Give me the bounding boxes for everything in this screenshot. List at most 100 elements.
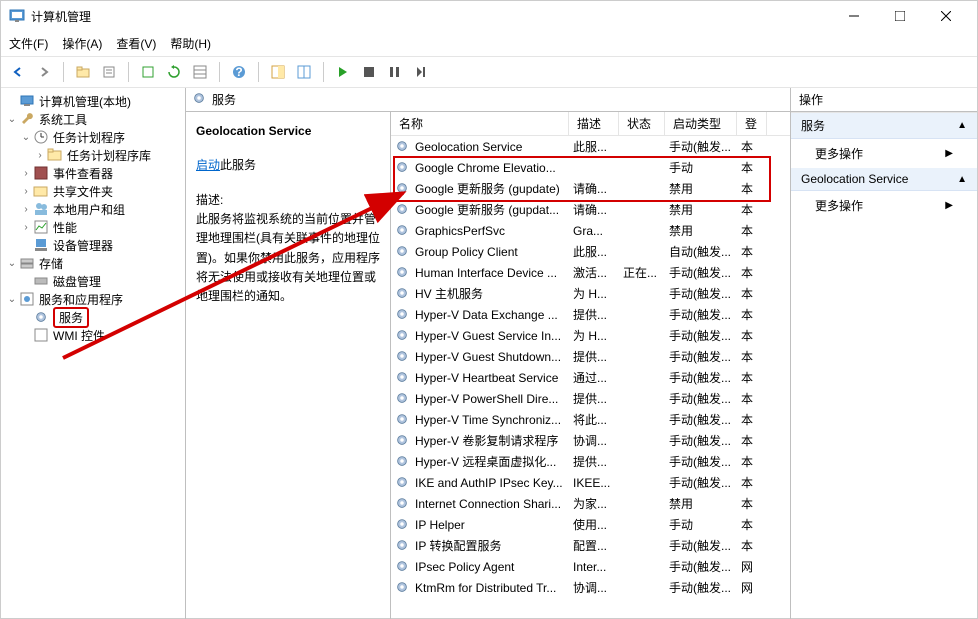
service-row[interactable]: IKE and AuthIP IPsec Key... IKEE... 手动(触… bbox=[391, 472, 790, 493]
menu-view[interactable]: 查看(V) bbox=[116, 35, 156, 52]
service-row[interactable]: Hyper-V 远程桌面虚拟化... 提供... 手动(触发... 本 bbox=[391, 451, 790, 472]
gear-icon bbox=[395, 454, 411, 470]
gear-icon bbox=[33, 309, 49, 325]
col-start[interactable]: 启动类型 bbox=[665, 112, 737, 135]
service-row[interactable]: Hyper-V PowerShell Dire... 提供... 手动(触发..… bbox=[391, 388, 790, 409]
restart-icon[interactable] bbox=[410, 61, 432, 83]
menu-file[interactable]: 文件(F) bbox=[9, 35, 48, 52]
actions-header: 操作 bbox=[791, 88, 977, 112]
tree-root[interactable]: ▸计算机管理(本地) bbox=[5, 92, 181, 110]
help-icon[interactable]: ? bbox=[228, 61, 250, 83]
service-row[interactable]: GraphicsPerfSvc Gra... 禁用 本 bbox=[391, 220, 790, 241]
gear-icon bbox=[395, 370, 411, 386]
menu-bar: 文件(F) 操作(A) 查看(V) 帮助(H) bbox=[1, 31, 977, 56]
actions-services-section[interactable]: 服务 ▲ bbox=[791, 113, 977, 139]
start-link[interactable]: 启动 bbox=[196, 158, 220, 172]
gear-icon bbox=[395, 307, 411, 323]
close-button[interactable] bbox=[923, 1, 969, 31]
services-app-icon bbox=[19, 291, 35, 307]
col-logon[interactable]: 登 bbox=[737, 112, 767, 135]
services-panel: 服务 Geolocation Service 启动此服务 描述:此服务将监视系统… bbox=[186, 88, 791, 619]
service-row[interactable]: HV 主机服务 为 H... 手动(触发... 本 bbox=[391, 283, 790, 304]
service-row[interactable]: IPsec Policy Agent Inter... 手动(触发... 网 bbox=[391, 556, 790, 577]
service-row[interactable]: Internet Connection Shari... 为家... 禁用 本 bbox=[391, 493, 790, 514]
clock-icon bbox=[33, 129, 49, 145]
toolbar: ? bbox=[1, 56, 977, 88]
tree-disk-mgmt[interactable]: ▸磁盘管理 bbox=[5, 272, 181, 290]
gear-icon bbox=[192, 91, 206, 108]
col-name[interactable]: 名称 bbox=[391, 112, 569, 135]
tree-services[interactable]: ▸服务 bbox=[5, 308, 181, 326]
properties-icon[interactable] bbox=[98, 61, 120, 83]
gear-icon bbox=[395, 391, 411, 407]
gear-icon bbox=[395, 265, 411, 281]
service-row[interactable]: IP 转换配置服务 配置... 手动(触发... 本 bbox=[391, 535, 790, 556]
service-row[interactable]: Hyper-V Time Synchroniz... 将此... 手动(触发..… bbox=[391, 409, 790, 430]
gear-icon bbox=[395, 412, 411, 428]
gear-icon bbox=[395, 202, 411, 218]
tree-wmi[interactable]: ▸WMI 控件 bbox=[5, 326, 181, 344]
minimize-button[interactable] bbox=[831, 1, 877, 31]
refresh-icon[interactable] bbox=[163, 61, 185, 83]
gear-icon bbox=[395, 559, 411, 575]
col-state[interactable]: 状态 bbox=[619, 112, 665, 135]
folder-icon[interactable] bbox=[72, 61, 94, 83]
actions-panel: 操作 服务 ▲ 更多操作 ▶ Geolocation Service ▲ 更多操… bbox=[791, 88, 977, 619]
services-header: 服务 bbox=[212, 91, 236, 108]
menu-action[interactable]: 操作(A) bbox=[62, 35, 102, 52]
more-actions-1[interactable]: 更多操作 ▶ bbox=[791, 139, 977, 168]
service-row[interactable]: Hyper-V 卷影复制请求程序 协调... 手动(触发... 本 bbox=[391, 430, 790, 451]
tree-system-tools[interactable]: ⌄系统工具 bbox=[5, 110, 181, 128]
disk-icon bbox=[33, 273, 49, 289]
gear-icon bbox=[395, 160, 411, 176]
service-row[interactable]: Hyper-V Guest Shutdown... 提供... 手动(触发...… bbox=[391, 346, 790, 367]
chart-icon bbox=[33, 219, 49, 235]
tree-shared-folders[interactable]: ›共享文件夹 bbox=[5, 182, 181, 200]
columns-icon[interactable] bbox=[293, 61, 315, 83]
start-icon[interactable] bbox=[332, 61, 354, 83]
tree-panel: ▸计算机管理(本地) ⌄系统工具 ⌄任务计划程序 ›任务计划程序库 ›事件查看器… bbox=[1, 88, 186, 619]
tree-task-scheduler[interactable]: ⌄任务计划程序 bbox=[5, 128, 181, 146]
service-row[interactable]: Google Chrome Elevatio... 手动 本 bbox=[391, 157, 790, 178]
tree-device-manager[interactable]: ▸设备管理器 bbox=[5, 236, 181, 254]
preview-icon[interactable] bbox=[267, 61, 289, 83]
chevron-right-icon: ▶ bbox=[945, 200, 953, 211]
tree-performance[interactable]: ›性能 bbox=[5, 218, 181, 236]
gear-icon bbox=[395, 349, 411, 365]
menu-help[interactable]: 帮助(H) bbox=[170, 35, 211, 52]
export-icon[interactable] bbox=[137, 61, 159, 83]
list-icon[interactable] bbox=[189, 61, 211, 83]
service-row[interactable]: Hyper-V Guest Service In... 为 H... 手动(触发… bbox=[391, 325, 790, 346]
service-row[interactable]: Group Policy Client 此服... 自动(触发... 本 bbox=[391, 241, 790, 262]
more-actions-2[interactable]: 更多操作 ▶ bbox=[791, 191, 977, 220]
service-row[interactable]: Hyper-V Heartbeat Service 通过... 手动(触发...… bbox=[391, 367, 790, 388]
chevron-up-icon: ▲ bbox=[957, 174, 967, 185]
service-row[interactable]: Geolocation Service 此服... 手动(触发... 本 bbox=[391, 136, 790, 157]
pause-icon[interactable] bbox=[384, 61, 406, 83]
back-button[interactable] bbox=[7, 61, 29, 83]
service-row[interactable]: IP Helper 使用... 手动 本 bbox=[391, 514, 790, 535]
tree-event-viewer[interactable]: ›事件查看器 bbox=[5, 164, 181, 182]
service-row[interactable]: Hyper-V Data Exchange ... 提供... 手动(触发...… bbox=[391, 304, 790, 325]
tree-services-apps[interactable]: ⌄服务和应用程序 bbox=[5, 290, 181, 308]
tree-local-users[interactable]: ›本地用户和组 bbox=[5, 200, 181, 218]
svg-text:?: ? bbox=[235, 65, 242, 79]
service-row[interactable]: Google 更新服务 (gupdat... 请确... 禁用 本 bbox=[391, 199, 790, 220]
service-row[interactable]: KtmRm for Distributed Tr... 协调... 手动(触发.… bbox=[391, 577, 790, 598]
maximize-button[interactable] bbox=[877, 1, 923, 31]
tree-storage[interactable]: ⌄存储 bbox=[5, 254, 181, 272]
service-row[interactable]: Human Interface Device ... 激活... 正在... 手… bbox=[391, 262, 790, 283]
col-desc[interactable]: 描述 bbox=[569, 112, 619, 135]
gear-icon bbox=[395, 223, 411, 239]
service-row[interactable]: Google 更新服务 (gupdate) 请确... 禁用 本 bbox=[391, 178, 790, 199]
chevron-right-icon: ▶ bbox=[945, 148, 953, 159]
stop-icon[interactable] bbox=[358, 61, 380, 83]
tree-task-lib[interactable]: ›任务计划程序库 bbox=[5, 146, 181, 164]
wmi-icon bbox=[33, 327, 49, 343]
gear-icon bbox=[395, 286, 411, 302]
gear-icon bbox=[395, 181, 411, 197]
gear-icon bbox=[395, 517, 411, 533]
forward-button[interactable] bbox=[33, 61, 55, 83]
title-bar: 计算机管理 bbox=[1, 1, 977, 31]
actions-geo-section[interactable]: Geolocation Service ▲ bbox=[791, 168, 977, 191]
